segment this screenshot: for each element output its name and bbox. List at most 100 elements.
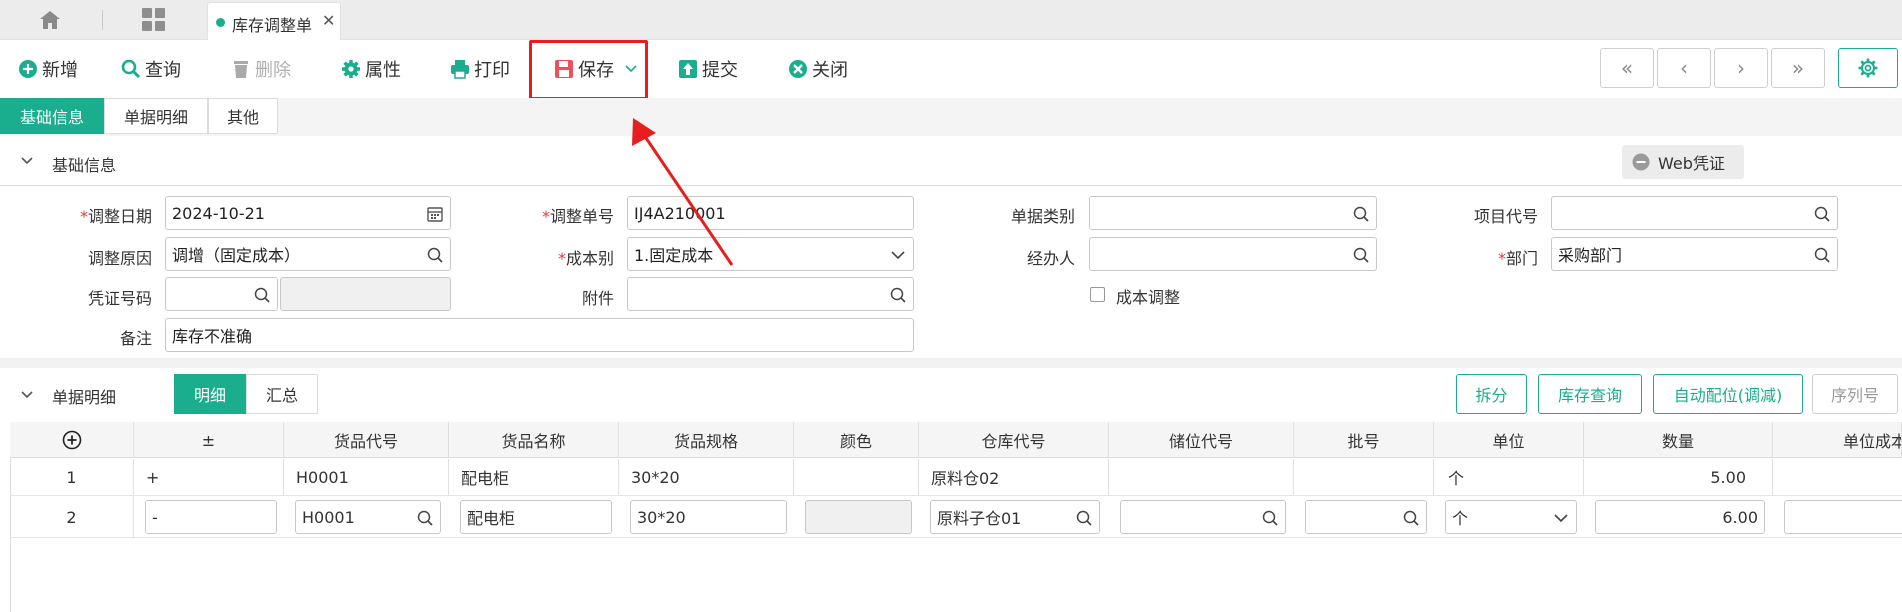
doc-type-input[interactable] [1089, 196, 1377, 230]
last-record-button[interactable]: » [1771, 48, 1825, 88]
sign-cell[interactable]: + [134, 459, 284, 495]
submit-button[interactable]: 提交 [678, 56, 738, 82]
settings-button[interactable] [1838, 48, 1898, 88]
search-icon[interactable] [1352, 246, 1370, 264]
close-tab-icon[interactable]: ✕ [322, 11, 335, 30]
remark-input[interactable]: 库存不准确 [165, 318, 914, 352]
prev-record-button[interactable]: ‹ [1657, 48, 1711, 88]
item-name-cell[interactable]: 配电柜 [449, 459, 619, 495]
adjust-reason-input[interactable]: 调增（固定成本） [165, 237, 451, 271]
row-number: 2 [10, 496, 134, 538]
column-header[interactable]: 货品名称 [449, 422, 619, 458]
basic-info-header[interactable]: 基础信息 [0, 140, 1902, 186]
location-cell[interactable] [1109, 459, 1294, 495]
item-code-cell[interactable]: H0001 [284, 459, 449, 495]
cost-type-select[interactable]: 1.固定成本 [627, 237, 914, 271]
search-icon[interactable] [1813, 246, 1831, 264]
chevron-down-icon[interactable] [1552, 509, 1570, 527]
search-icon[interactable] [889, 286, 907, 304]
item-code-input[interactable]: H0001 [295, 500, 441, 534]
tab-detail-lines[interactable]: 明细 [174, 374, 246, 414]
voucher-no-input[interactable] [165, 277, 278, 311]
grid-header: ± 货品代号 货品名称 货品规格 颜色 仓库代号 储位代号 批号 单位 数量 单… [10, 422, 1902, 458]
search-icon[interactable] [416, 509, 434, 527]
column-header[interactable]: 货品代号 [284, 422, 449, 458]
column-header[interactable]: 货品规格 [619, 422, 794, 458]
tab-other[interactable]: 其他 [208, 98, 278, 134]
attachment-label: 附件 [581, 289, 614, 308]
gear-icon [342, 60, 360, 78]
split-button[interactable]: 拆分 [1456, 374, 1527, 414]
qty-cell[interactable]: 5.00 [1584, 459, 1773, 495]
next-record-button[interactable]: › [1714, 48, 1768, 88]
handler-input[interactable] [1089, 237, 1377, 271]
project-code-input[interactable] [1551, 196, 1838, 230]
stock-query-button[interactable]: 库存查询 [1538, 374, 1642, 414]
column-header[interactable]: ± [134, 422, 284, 458]
search-icon[interactable] [426, 246, 444, 264]
column-header[interactable]: 单位成本 [1773, 422, 1902, 458]
chevron-down-icon[interactable] [20, 388, 34, 402]
delete-button[interactable]: 删除 [231, 56, 291, 82]
new-button[interactable]: 新增 [18, 56, 78, 82]
search-icon[interactable] [1261, 509, 1279, 527]
color-input [805, 500, 912, 534]
remark-label: 备注 [119, 329, 152, 348]
column-header[interactable]: 储位代号 [1109, 422, 1294, 458]
unit-cell[interactable]: 个 [1434, 459, 1584, 495]
properties-button[interactable]: 属性 [341, 56, 401, 82]
save-button[interactable]: 保存 [554, 56, 638, 82]
chevron-down-icon[interactable] [889, 246, 907, 264]
unit-cost-input[interactable] [1784, 500, 1902, 534]
unit-cost-cell[interactable] [1773, 459, 1902, 495]
search-icon[interactable] [1813, 205, 1831, 223]
search-icon[interactable] [253, 286, 271, 304]
chevron-right-icon: › [1737, 56, 1745, 80]
warehouse-cell[interactable]: 原料仓02 [919, 459, 1109, 495]
tab-basic-info[interactable]: 基础信息 [0, 98, 104, 134]
auto-allocate-button[interactable]: 自动配位(调减) [1653, 374, 1803, 414]
query-button[interactable]: 查询 [121, 56, 181, 82]
column-header[interactable]: 数量 [1584, 422, 1773, 458]
search-icon[interactable] [1075, 509, 1093, 527]
tab-summary[interactable]: 汇总 [246, 374, 318, 414]
search-icon[interactable] [1352, 205, 1370, 223]
print-button[interactable]: 打印 [450, 56, 510, 82]
location-input[interactable] [1120, 500, 1286, 534]
unit-select[interactable]: 个 [1445, 500, 1577, 534]
sign-input[interactable]: - [145, 500, 277, 534]
warehouse-input[interactable]: 原料子仓01 [930, 500, 1100, 534]
column-header[interactable]: 颜色 [794, 422, 919, 458]
plus-circle-icon[interactable] [62, 430, 82, 450]
chevron-down-icon[interactable] [624, 64, 638, 74]
web-voucher-button[interactable]: Web凭证 [1622, 145, 1744, 179]
calendar-icon[interactable] [426, 205, 444, 223]
item-spec-input[interactable]: 30*20 [630, 500, 787, 534]
serial-number-button[interactable]: 序列号 [1812, 374, 1898, 414]
tab-inventory-adjustment[interactable]: 库存调整单 ✕ [207, 2, 341, 40]
first-record-button[interactable]: « [1600, 48, 1654, 88]
column-header[interactable]: 单位 [1434, 422, 1584, 458]
batch-cell[interactable] [1294, 459, 1434, 495]
item-name-input[interactable]: 配电柜 [460, 500, 612, 534]
home-icon[interactable] [36, 8, 64, 32]
close-button[interactable]: 关闭 [788, 56, 848, 82]
color-cell[interactable] [794, 459, 919, 495]
column-header[interactable]: 仓库代号 [919, 422, 1109, 458]
department-input[interactable]: 采购部门 [1551, 237, 1838, 271]
table-row-editing[interactable]: 2 - H0001 配电柜 30*20 原料子仓01 个 6.00 [10, 496, 1902, 538]
apps-grid-icon[interactable] [142, 8, 166, 32]
attachment-input[interactable] [627, 277, 914, 311]
batch-input[interactable] [1305, 500, 1427, 534]
adjust-date-input[interactable]: 2024-10-21 [165, 196, 451, 230]
chevron-down-icon[interactable] [20, 154, 34, 168]
add-row-cell[interactable] [10, 422, 134, 458]
search-icon[interactable] [1402, 509, 1420, 527]
column-header[interactable]: 批号 [1294, 422, 1434, 458]
qty-input[interactable]: 6.00 [1595, 500, 1765, 534]
adjust-no-input[interactable]: IJ4A210001 [627, 196, 914, 230]
item-spec-cell[interactable]: 30*20 [619, 459, 794, 495]
tab-detail[interactable]: 单据明细 [104, 98, 208, 134]
table-row[interactable]: 1 + H0001 配电柜 30*20 原料仓02 个 5.00 [10, 459, 1902, 496]
cost-adjust-checkbox[interactable] [1090, 287, 1105, 302]
